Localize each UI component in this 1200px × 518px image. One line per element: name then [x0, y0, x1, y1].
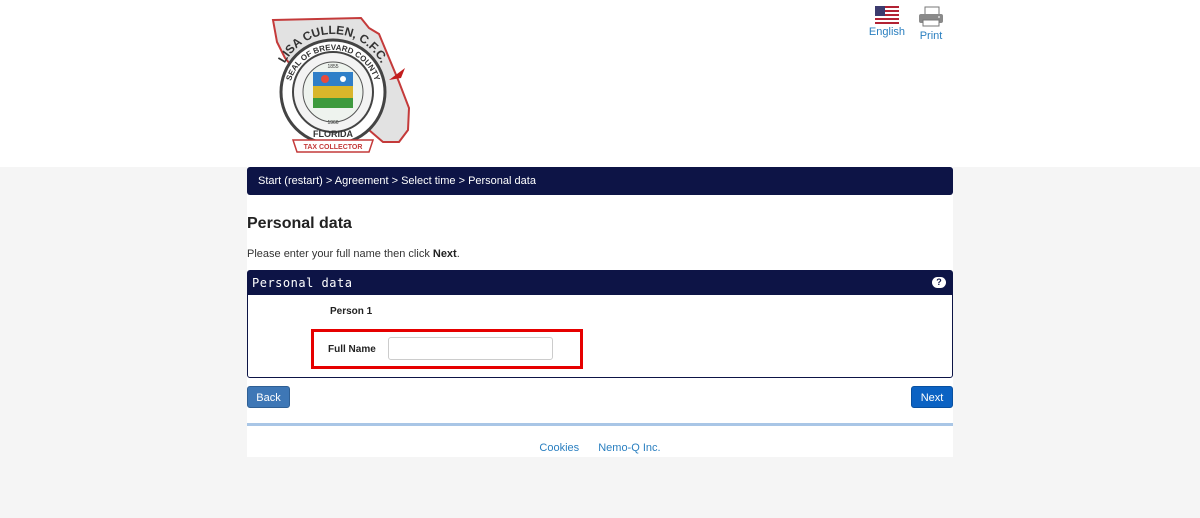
breadcrumb: Start (restart) > Agreement > Select tim…: [247, 167, 953, 195]
full-name-label: Full Name: [328, 344, 376, 355]
instruction-suffix: .: [456, 248, 460, 260]
help-icon[interactable]: ?: [932, 277, 946, 288]
page-title: Personal data: [247, 215, 352, 232]
header-tools: English Print: [869, 6, 945, 42]
breadcrumb-start[interactable]: Start (restart): [258, 175, 323, 187]
instruction-text: Please enter your full name then click N…: [247, 248, 460, 260]
county-seal-logo: TAX COLLECTOR LISA CULLEN, C.F.C. SEAL O…: [271, 16, 411, 153]
svg-text:1966: 1966: [327, 120, 338, 126]
printer-icon: [919, 6, 943, 27]
next-button[interactable]: Next: [911, 386, 953, 408]
person-label: Person 1: [330, 306, 373, 317]
full-name-input[interactable]: [388, 337, 553, 360]
panel-title: Personal data: [252, 276, 353, 290]
svg-text:1855: 1855: [327, 64, 338, 70]
main-container: TAX COLLECTOR LISA CULLEN, C.F.C. SEAL O…: [247, 0, 953, 457]
breadcrumb-separator: >: [388, 175, 402, 187]
language-switch[interactable]: English: [869, 6, 905, 42]
svg-text:FLORIDA: FLORIDA: [313, 129, 353, 139]
breadcrumb-select-time[interactable]: Select time: [401, 175, 455, 187]
personal-data-panel: Personal data ? Person 1 Full Name: [247, 270, 953, 378]
instruction-next-word: Next: [432, 248, 457, 260]
footer-divider: [247, 423, 953, 426]
back-button[interactable]: Back: [247, 386, 290, 408]
us-flag-icon: [874, 6, 899, 24]
language-label: English: [868, 26, 905, 38]
cookies-link[interactable]: Cookies: [539, 442, 579, 454]
panel-header: Personal data ?: [248, 271, 952, 295]
breadcrumb-separator: >: [322, 175, 335, 187]
breadcrumb-current: Personal data: [468, 175, 536, 187]
footer-links: Cookies Nemo-Q Inc.: [247, 442, 953, 454]
print-label: Print: [919, 30, 943, 42]
svg-text:TAX COLLECTOR: TAX COLLECTOR: [304, 144, 363, 151]
breadcrumb-separator: >: [455, 175, 469, 187]
breadcrumb-agreement[interactable]: Agreement: [335, 175, 389, 187]
full-name-highlight-box: Full Name: [311, 329, 583, 369]
company-link[interactable]: Nemo-Q Inc.: [598, 442, 660, 454]
print-button[interactable]: Print: [917, 6, 945, 42]
instruction-prefix: Please enter your full name then click: [247, 248, 433, 260]
